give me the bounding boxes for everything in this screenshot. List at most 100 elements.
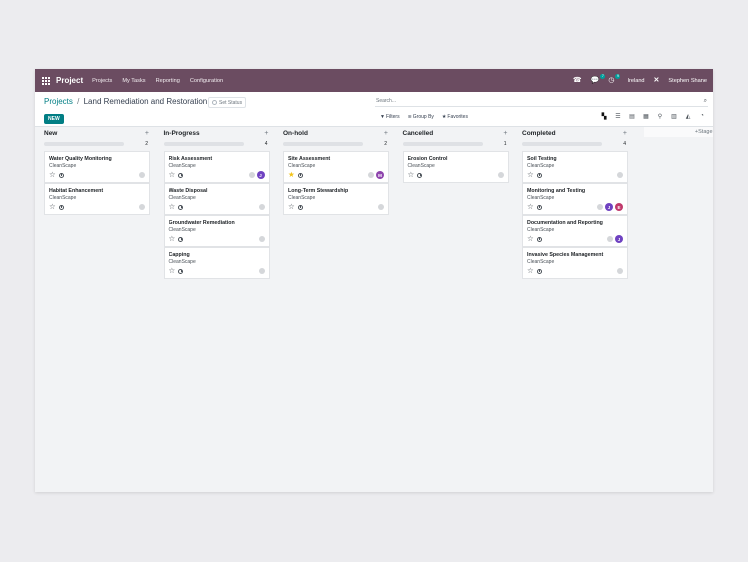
task-card[interactable]: Long-Term Stewardship CleanScape ☆ — [283, 183, 389, 215]
kanban-state-dot[interactable] — [248, 172, 255, 178]
assignee-avatar[interactable]: J — [615, 235, 623, 243]
kanban-state-dot[interactable] — [139, 204, 145, 210]
breadcrumb-projects-link[interactable]: Projects — [44, 97, 73, 106]
priority-star-icon[interactable]: ☆ — [49, 171, 56, 179]
priority-star-icon[interactable]: ☆ — [288, 203, 295, 211]
priority-star-icon[interactable]: ☆ — [169, 267, 176, 275]
add-card-plus-icon[interactable]: + — [503, 130, 507, 137]
add-card-plus-icon[interactable]: + — [384, 130, 388, 137]
pivot-view-icon[interactable]: ▥ — [670, 113, 678, 120]
favorites-button[interactable]: ★Favorites — [442, 114, 468, 120]
activity-clock-icon[interactable] — [536, 204, 542, 210]
activity-clock-icon[interactable] — [178, 172, 184, 178]
assignee-avatar[interactable]: E — [615, 203, 623, 211]
task-card[interactable]: Capping CleanScape ☆ — [163, 247, 270, 279]
activity-clock-icon[interactable]: ◷ 9 — [608, 74, 621, 84]
graph-view-icon[interactable]: ◭ — [684, 113, 692, 120]
add-stage-button[interactable]: + Stage — [643, 127, 713, 137]
kanban-state-dot[interactable] — [258, 268, 265, 274]
priority-star-icon[interactable]: ☆ — [527, 203, 534, 211]
activity-clock-icon[interactable] — [417, 172, 423, 178]
column-title[interactable]: Cancelled — [403, 130, 434, 137]
column-title[interactable]: In-Progress — [164, 130, 200, 137]
menu-reporting[interactable]: Reporting — [156, 78, 180, 84]
add-card-plus-icon[interactable]: + — [145, 130, 149, 137]
priority-star-icon[interactable]: ☆ — [527, 171, 534, 179]
add-card-plus-icon[interactable]: + — [623, 130, 627, 137]
kanban-state-dot[interactable] — [607, 236, 613, 242]
assignee-avatar[interactable]: J — [605, 203, 613, 211]
task-card[interactable]: Invasive Species Management CleanScape ☆ — [522, 247, 628, 279]
task-card[interactable]: Groundwater Remediation CleanScape ☆ — [163, 215, 270, 247]
priority-star-icon[interactable]: ☆ — [169, 235, 176, 243]
activity-clock-icon[interactable] — [178, 268, 184, 274]
add-card-plus-icon[interactable]: + — [264, 130, 268, 137]
kanban-state-dot[interactable] — [368, 172, 374, 178]
chat-icon[interactable]: 💬 7 — [591, 74, 606, 84]
task-card[interactable]: Water Quality Monitoring CleanScape ☆ — [44, 151, 150, 183]
calendar-view-icon[interactable]: ▦ — [642, 113, 650, 120]
column-progress-bar[interactable] — [283, 142, 363, 146]
column-progress-bar[interactable] — [44, 142, 124, 146]
group-by-button[interactable]: ≋Group By — [408, 114, 434, 120]
kanban-state-dot[interactable] — [139, 172, 145, 178]
priority-star-icon[interactable]: ★ — [288, 171, 295, 179]
activity-clock-icon[interactable] — [178, 204, 184, 210]
priority-star-icon[interactable]: ☆ — [49, 203, 56, 211]
menu-projects[interactable]: Projects — [92, 78, 112, 84]
activity-view-icon[interactable]: ◔ — [698, 113, 706, 120]
kanban-state-dot[interactable] — [258, 236, 265, 242]
task-card[interactable]: Monitoring and Testing CleanScape ☆ J E — [522, 183, 628, 215]
app-menu-grid-icon[interactable] — [42, 76, 50, 85]
map-view-icon[interactable]: ⚲ — [656, 113, 664, 120]
priority-star-icon[interactable]: ☆ — [527, 267, 534, 275]
priority-star-icon[interactable]: ☆ — [169, 171, 176, 179]
filters-button[interactable]: ▼Filters — [380, 114, 400, 120]
kanban-state-dot[interactable] — [617, 172, 623, 178]
kanban-view-icon[interactable]: ▚ — [600, 113, 608, 120]
column-title[interactable]: Completed — [522, 130, 556, 137]
assignee-avatar[interactable]: J — [256, 171, 265, 179]
user-menu[interactable]: Stephen Shane — [668, 78, 707, 84]
table-view-icon[interactable]: ▤ — [628, 113, 636, 120]
kanban-state-dot[interactable] — [258, 204, 265, 210]
assignee-avatar[interactable]: M — [376, 171, 384, 179]
activity-clock-icon[interactable] — [297, 204, 303, 210]
column-progress-bar[interactable] — [402, 142, 483, 146]
activity-clock-icon[interactable] — [178, 236, 184, 242]
activity-clock-icon[interactable] — [297, 172, 303, 178]
new-button[interactable]: NEW — [44, 114, 64, 124]
menu-configuration[interactable]: Configuration — [190, 78, 223, 84]
set-status-button[interactable]: Set Status — [208, 97, 247, 108]
activity-clock-icon[interactable] — [58, 172, 64, 178]
tools-icon[interactable]: ✕ — [654, 77, 660, 84]
kanban-state-dot[interactable] — [617, 268, 623, 274]
phone-icon[interactable]: ☎ — [573, 77, 582, 84]
company-switcher[interactable]: Ireland — [627, 78, 644, 84]
menu-my-tasks[interactable]: My Tasks — [122, 78, 145, 84]
activity-clock-icon[interactable] — [536, 236, 542, 242]
task-card[interactable]: Site Assessment CleanScape ★ M — [283, 151, 389, 183]
search-icon[interactable]: ⌕ — [704, 98, 707, 105]
priority-star-icon[interactable]: ☆ — [169, 203, 176, 211]
column-title[interactable]: On-hold — [283, 130, 308, 137]
app-name[interactable]: Project — [56, 76, 83, 85]
search-input[interactable]: Search... ⌕ — [375, 96, 708, 107]
task-card[interactable]: Waste Disposal CleanScape ☆ — [163, 183, 270, 215]
column-progress-bar[interactable] — [522, 142, 602, 146]
kanban-state-dot[interactable] — [497, 172, 504, 178]
priority-star-icon[interactable]: ☆ — [408, 171, 415, 179]
activity-clock-icon[interactable] — [536, 268, 542, 274]
activity-clock-icon[interactable] — [58, 204, 64, 210]
column-progress-bar[interactable] — [163, 142, 244, 146]
task-card[interactable]: Risk Assessment CleanScape ☆ J — [163, 151, 270, 183]
list-view-icon[interactable]: ☰ — [614, 113, 622, 120]
kanban-state-dot[interactable] — [378, 204, 384, 210]
priority-star-icon[interactable]: ☆ — [527, 235, 534, 243]
activity-clock-icon[interactable] — [536, 172, 542, 178]
task-card[interactable]: Documentation and Reporting CleanScape ☆ J — [522, 215, 628, 247]
kanban-state-dot[interactable] — [597, 204, 603, 210]
column-title[interactable]: New — [44, 130, 57, 137]
task-card[interactable]: Soil Testing CleanScape ☆ — [522, 151, 628, 183]
task-card[interactable]: Habitat Enhancement CleanScape ☆ — [44, 183, 150, 215]
